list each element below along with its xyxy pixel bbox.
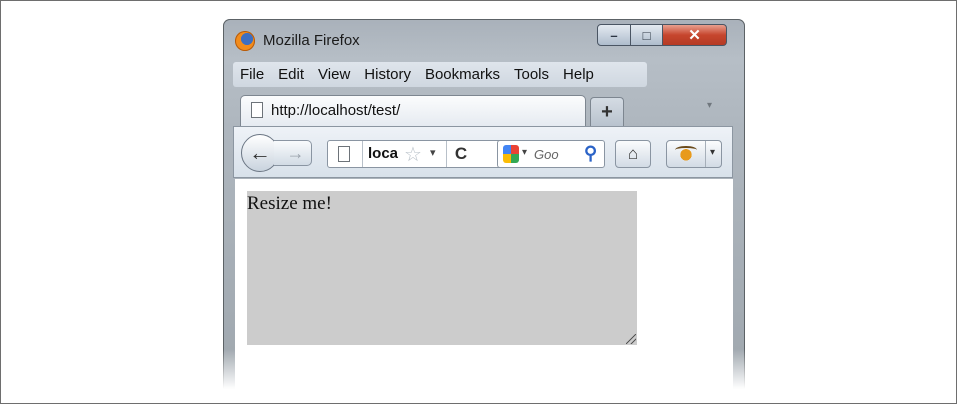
title-bar: Mozilla Firefox – □ ✕ xyxy=(223,19,745,59)
site-identity-icon[interactable] xyxy=(338,146,350,162)
menu-tools[interactable]: Tools xyxy=(507,66,556,83)
new-tab-button[interactable]: + xyxy=(590,97,624,126)
tab-page-icon xyxy=(251,102,263,118)
search-icon[interactable]: ⚲ xyxy=(584,143,597,164)
menu-history[interactable]: History xyxy=(357,66,418,83)
figure-frame: Mozilla Firefox – □ ✕ File Edit View His… xyxy=(0,0,957,404)
maximize-button[interactable]: □ xyxy=(631,24,663,46)
search-input[interactable]: Goo xyxy=(534,147,559,162)
resizable-text: Resize me! xyxy=(247,193,332,214)
menu-edit[interactable]: Edit xyxy=(271,66,311,83)
google-icon[interactable] xyxy=(503,145,519,163)
tab-title: http://localhost/test/ xyxy=(271,102,401,119)
tab-strip: http://localhost/test/ + ▾ xyxy=(223,92,745,126)
window-title: Mozilla Firefox xyxy=(263,32,360,49)
navigation-toolbar: ← → loca ☆ ▾ C ▾ Goo ⚲ ⌂ ▾ xyxy=(233,126,733,178)
page-content: Resize me! xyxy=(235,179,733,389)
url-divider xyxy=(362,141,363,167)
close-button[interactable]: ✕ xyxy=(663,24,727,46)
menu-bar: File Edit View History Bookmarks Tools H… xyxy=(233,62,647,87)
browser-window: Mozilla Firefox – □ ✕ File Edit View His… xyxy=(223,19,745,389)
firebug-dropdown-icon[interactable]: ▾ xyxy=(710,147,715,158)
back-icon: ← xyxy=(249,140,271,165)
url-bar[interactable]: loca ☆ ▾ C xyxy=(327,140,503,168)
tab-active[interactable]: http://localhost/test/ xyxy=(240,95,586,126)
resize-grip-icon[interactable] xyxy=(626,334,636,344)
close-icon: ✕ xyxy=(688,26,701,44)
firebug-divider xyxy=(705,141,706,167)
search-bar[interactable]: ▾ Goo ⚲ xyxy=(497,140,605,168)
maximize-icon: □ xyxy=(642,27,651,43)
star-icon[interactable]: ☆ xyxy=(404,142,422,167)
firebug-button[interactable]: ▾ xyxy=(666,140,722,168)
caption-buttons: – □ ✕ xyxy=(597,24,727,48)
home-button[interactable]: ⌂ xyxy=(615,140,651,168)
minimize-icon: – xyxy=(610,27,618,43)
tab-list-dropdown-icon[interactable]: ▾ xyxy=(707,100,712,111)
forward-icon: → xyxy=(286,142,305,163)
search-engine-dropdown-icon[interactable]: ▾ xyxy=(522,147,527,158)
menu-bookmarks[interactable]: Bookmarks xyxy=(418,66,507,83)
menu-help[interactable]: Help xyxy=(556,66,601,83)
forward-button[interactable]: → xyxy=(274,140,312,166)
home-icon: ⌂ xyxy=(627,144,639,163)
reload-icon[interactable]: C xyxy=(446,141,475,167)
menu-view[interactable]: View xyxy=(311,66,357,83)
firebug-icon xyxy=(675,146,697,162)
firefox-logo-icon xyxy=(235,31,255,51)
minimize-button[interactable]: – xyxy=(597,24,631,46)
menu-file[interactable]: File xyxy=(233,66,271,83)
url-history-dropdown-icon[interactable]: ▾ xyxy=(430,146,436,159)
url-input[interactable]: loca xyxy=(368,145,400,162)
resizable-box[interactable]: Resize me! xyxy=(247,191,637,345)
